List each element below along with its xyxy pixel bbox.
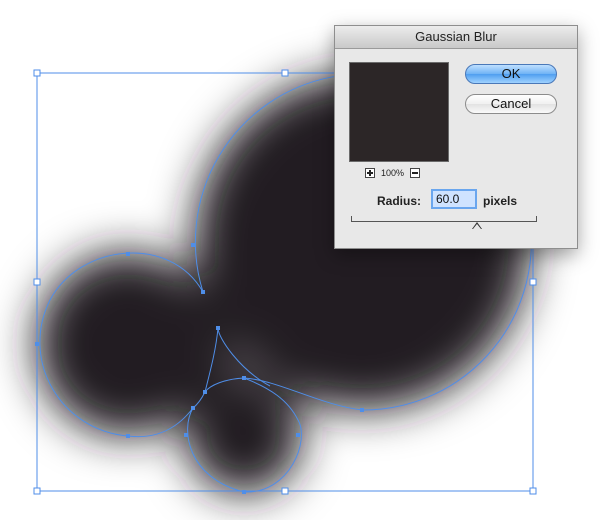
radius-units: pixels (483, 194, 518, 208)
radius-label: Radius: (377, 194, 422, 208)
gaussian-blur-dialog: Gaussian Blur 100% OK Cancel Radius: pix… (334, 25, 578, 249)
radius-input[interactable] (431, 189, 477, 209)
cancel-button[interactable]: Cancel (465, 94, 557, 114)
ok-button[interactable]: OK (465, 64, 557, 84)
zoom-level: 100% (381, 168, 405, 178)
slider-thumb-icon[interactable] (472, 222, 483, 229)
dialog-title: Gaussian Blur (335, 26, 577, 49)
zoom-controls: 100% (365, 167, 421, 179)
zoom-out-icon[interactable] (410, 168, 421, 178)
radius-slider-track[interactable] (351, 216, 537, 222)
blur-preview[interactable] (349, 62, 449, 162)
zoom-in-icon[interactable] (365, 168, 375, 178)
